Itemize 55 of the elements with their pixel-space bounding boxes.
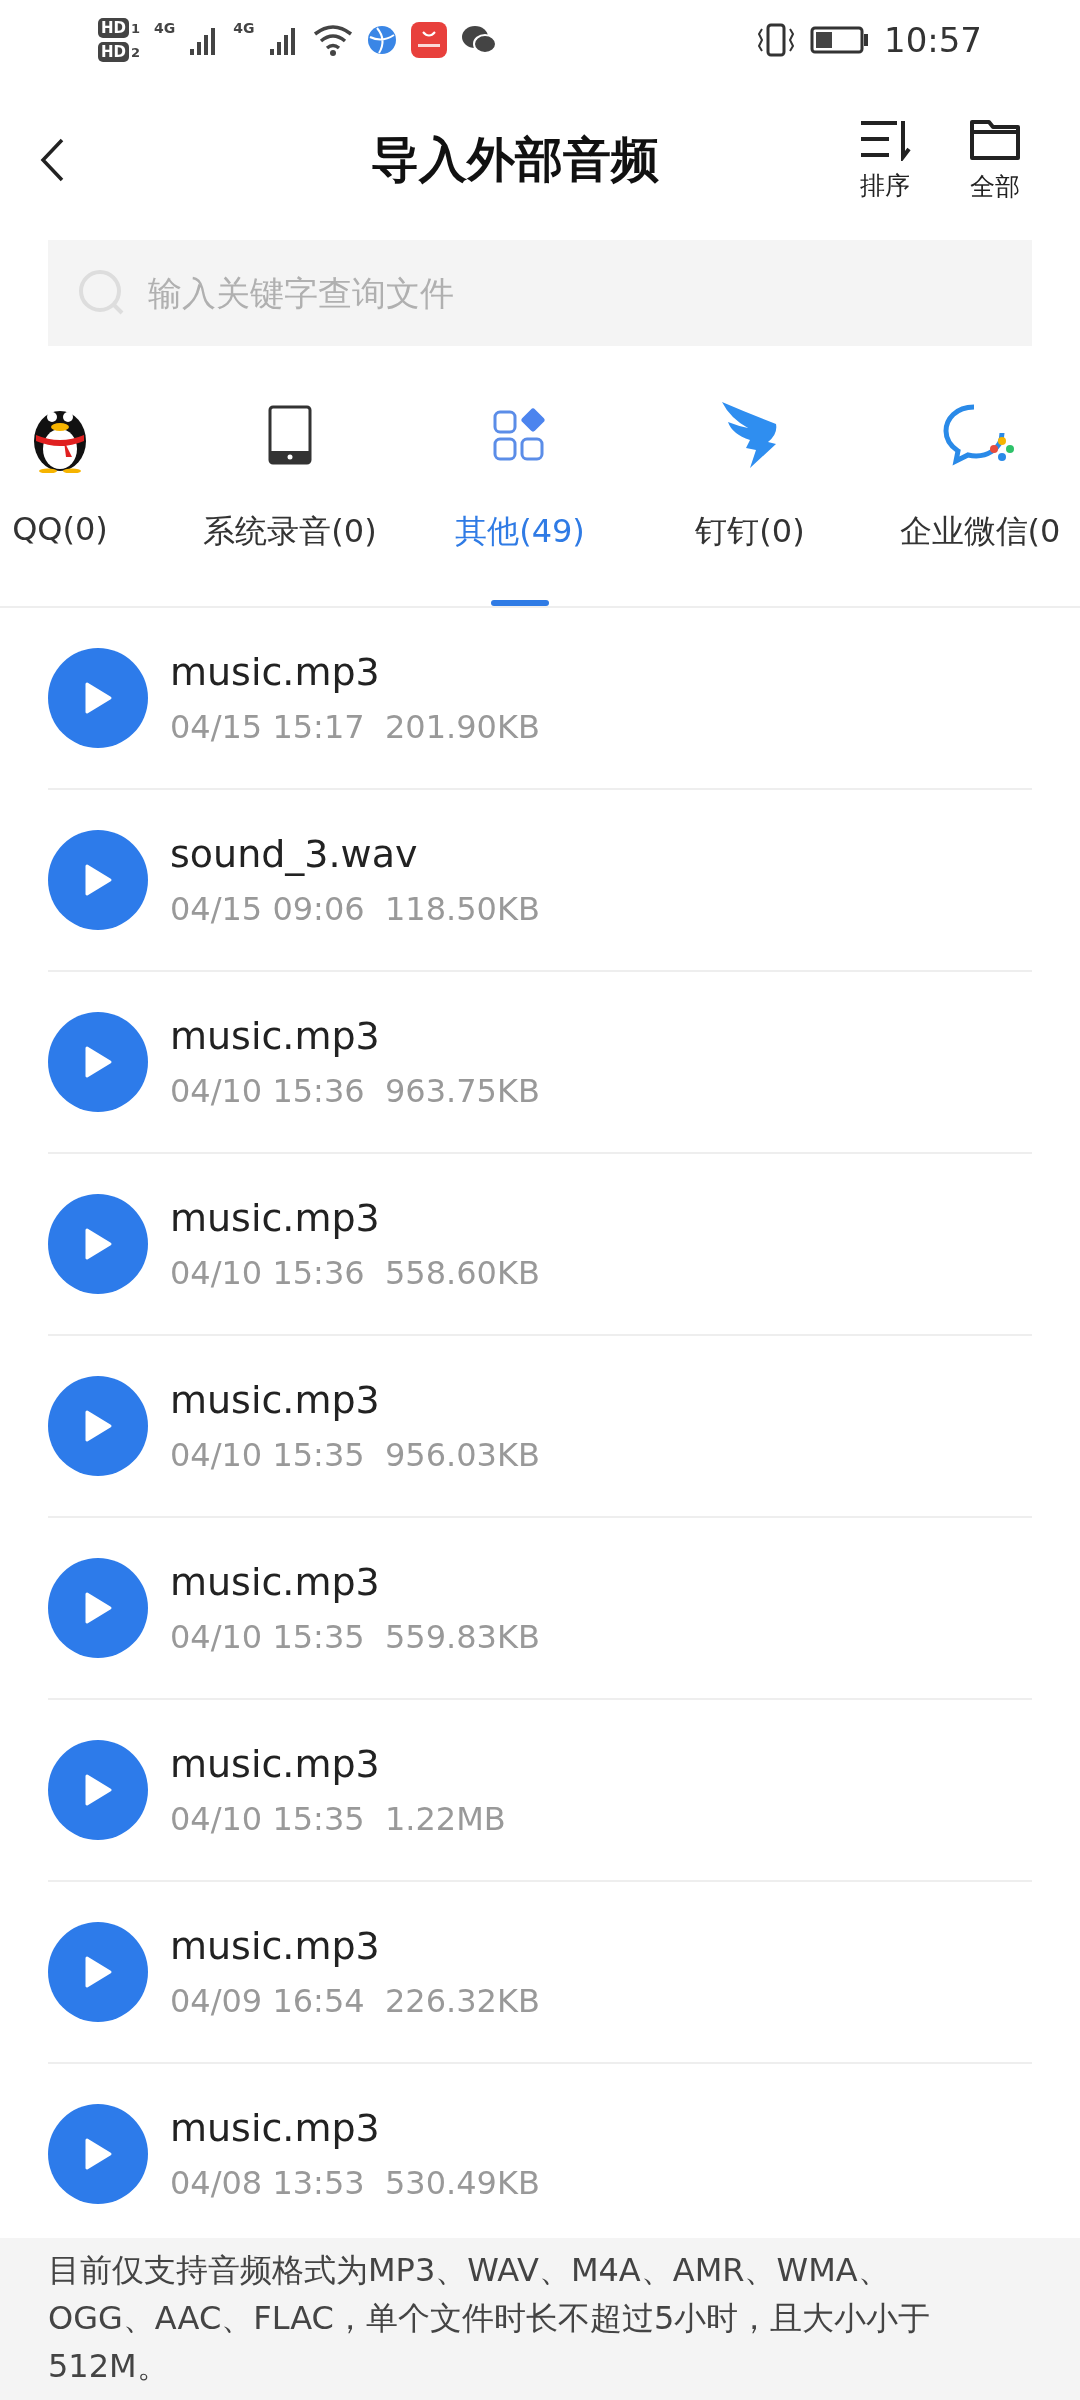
file-details: 04/15 09:06 118.50KB xyxy=(170,890,540,928)
phone-icon xyxy=(268,405,312,465)
battery-icon xyxy=(810,25,870,55)
file-details: 04/10 15:35 1.22MB xyxy=(170,1800,506,1838)
source-tab[interactable]: QQ(0) xyxy=(0,346,175,606)
play-icon xyxy=(83,1591,113,1625)
file-name: music.mp3 xyxy=(170,2106,381,2150)
sim-slot: 1 xyxy=(131,21,141,36)
all-files-button[interactable]: 全部 xyxy=(940,117,1050,203)
file-name: sound_3.wav xyxy=(170,832,419,876)
source-tab[interactable]: 系统录音(0) xyxy=(175,346,405,606)
source-tab[interactable]: 钉钉(0) xyxy=(635,346,865,606)
vibrate-icon xyxy=(756,23,796,57)
play-icon xyxy=(83,1227,113,1261)
play-icon xyxy=(83,1955,113,1989)
clock-time: 10:57 xyxy=(884,20,982,60)
file-details: 04/09 16:54 226.32KB xyxy=(170,1982,540,2020)
hd-badge: HD xyxy=(98,42,129,62)
file-name: music.mp3 xyxy=(170,650,381,694)
file-details: 04/10 15:36 963.75KB xyxy=(170,1072,540,1110)
apps-icon xyxy=(492,407,548,463)
network-type: 4G xyxy=(233,20,255,36)
sim-slot: 2 xyxy=(131,45,141,60)
play-icon xyxy=(83,863,113,897)
sort-icon xyxy=(859,118,911,161)
play-icon xyxy=(83,681,113,715)
file-name: music.mp3 xyxy=(170,1014,381,1058)
file-details: 04/10 15:36 558.60KB xyxy=(170,1254,540,1292)
play-icon xyxy=(83,1773,113,1807)
file-name: music.mp3 xyxy=(170,1742,381,1786)
sort-button[interactable]: 排序 xyxy=(830,118,940,202)
network-type: 4G xyxy=(154,20,176,36)
file-name: music.mp3 xyxy=(170,1196,381,1240)
file-details: 04/10 15:35 956.03KB xyxy=(170,1436,540,1474)
page-title: 导入外部音频 xyxy=(370,130,660,189)
wifi-icon xyxy=(312,24,353,56)
file-name: music.mp3 xyxy=(170,1378,381,1422)
file-name: music.mp3 xyxy=(170,1560,381,1604)
search-field[interactable]: 输入关键字查询文件 xyxy=(48,240,1032,346)
format-note: 目前仅支持音频格式为MP3、WAV、M4A、AMR、WMA、OGG、AAC、FLAC，单个文件时长不超过5小时，且大小小于512M。 xyxy=(48,2250,932,2387)
file-details: 04/08 13:53 530.49KB xyxy=(170,2164,540,2202)
source-tab[interactable]: 其他(49) xyxy=(405,346,635,606)
file-name: music.mp3 xyxy=(170,1924,381,1968)
hd-badge: HD xyxy=(98,18,129,38)
globe-icon xyxy=(366,25,397,55)
source-tab[interactable]: 企业微信(0 xyxy=(865,346,1080,606)
play-icon xyxy=(83,1045,113,1079)
file-details: 04/10 15:35 559.83KB xyxy=(170,1618,540,1656)
app-store-icon xyxy=(410,22,447,58)
play-icon xyxy=(83,2137,113,2171)
file-details: 04/15 15:17 201.90KB xyxy=(170,708,540,746)
folder-icon xyxy=(969,117,1021,162)
back-icon xyxy=(40,138,64,182)
play-icon xyxy=(83,1409,113,1443)
tab-underline xyxy=(491,600,549,606)
